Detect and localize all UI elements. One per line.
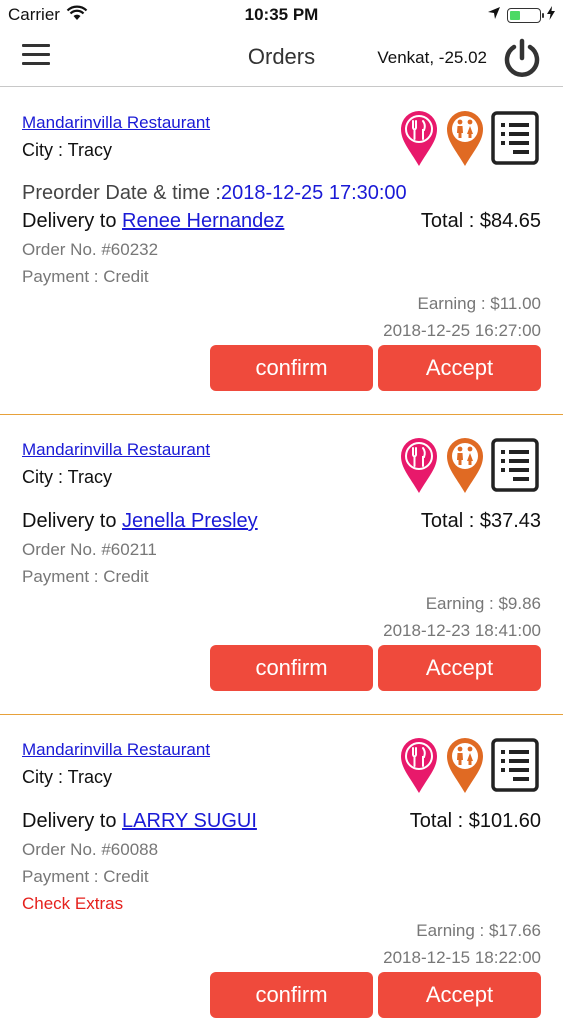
order-card: Mandarinvilla Restaurant City : Tracy De… [0, 714, 563, 1034]
payment-method: Payment : Credit [22, 867, 149, 886]
restaurant-link[interactable]: Mandarinvilla Restaurant [22, 740, 210, 760]
payment-method: Payment : Credit [22, 267, 149, 286]
order-details-icon[interactable] [491, 109, 539, 172]
charging-bolt-icon [547, 5, 555, 25]
earning-amount: Earning : $11.00 [417, 294, 542, 313]
delivery-row: Delivery to Renee Hernandez [22, 210, 284, 233]
accept-button[interactable]: Accept [378, 972, 541, 1018]
preorder-value: 2018-12-25 17:30:00 [220, 182, 407, 204]
delivery-prefix: Delivery to [22, 810, 123, 832]
navigation-bar: Orders Venkat, -25.02 [0, 30, 563, 87]
order-card: Mandarinvilla Restaurant City : Tracy Pr… [0, 87, 563, 415]
restaurant-pin-icon[interactable] [399, 436, 439, 499]
order-datetime: 2018-12-15 18:22:00 [383, 948, 541, 967]
order-number: Order No. #60232 [22, 240, 159, 259]
order-total: Total : $101.60 [409, 810, 541, 832]
battery-icon [507, 7, 544, 23]
customer-link[interactable]: Renee Hernandez [122, 210, 284, 232]
order-number: Order No. #60088 [22, 840, 159, 859]
power-icon[interactable] [501, 38, 543, 80]
city-label: City : Tracy [22, 467, 113, 487]
customer-link[interactable]: LARRY SUGUI [122, 810, 257, 832]
location-arrow-icon [487, 5, 501, 25]
customer-link[interactable]: Jenella Presley [122, 510, 258, 532]
status-bar: Carrier 10:35 PM [0, 0, 563, 30]
order-total: Total : $37.43 [420, 510, 541, 532]
check-extras-link[interactable]: Check Extras [22, 894, 123, 914]
order-total: Total : $84.65 [420, 210, 541, 232]
order-datetime: 2018-12-25 16:27:00 [383, 321, 541, 340]
restaurant-pin-icon[interactable] [399, 736, 439, 799]
city-label: City : Tracy [22, 767, 113, 787]
confirm-button[interactable]: confirm [210, 345, 373, 391]
preorder-row: Preorder Date & time :2018-12-25 17:30:0… [22, 182, 407, 205]
customer-pin-icon[interactable] [445, 436, 485, 499]
order-details-icon[interactable] [491, 436, 539, 499]
confirm-button[interactable]: confirm [210, 645, 373, 691]
city-label: City : Tracy [22, 140, 113, 160]
order-details-icon[interactable] [491, 736, 539, 799]
preorder-label: Preorder Date & time : [22, 182, 221, 204]
user-balance-label: Venkat, -25.02 [377, 48, 487, 67]
delivery-prefix: Delivery to [22, 210, 123, 232]
confirm-button[interactable]: confirm [210, 972, 373, 1018]
order-card: Mandarinvilla Restaurant City : Tracy De… [0, 414, 563, 715]
payment-method: Payment : Credit [22, 567, 149, 586]
delivery-row: Delivery to Jenella Presley [22, 510, 258, 533]
earning-amount: Earning : $9.86 [425, 594, 541, 613]
customer-pin-icon[interactable] [445, 109, 485, 172]
earning-amount: Earning : $17.66 [416, 921, 541, 940]
status-time: 10:35 PM [244, 5, 319, 24]
delivery-row: Delivery to LARRY SUGUI [22, 810, 257, 833]
restaurant-pin-icon[interactable] [399, 109, 439, 172]
accept-button[interactable]: Accept [378, 645, 541, 691]
accept-button[interactable]: Accept [378, 345, 541, 391]
delivery-prefix: Delivery to [22, 510, 123, 532]
order-number: Order No. #60211 [22, 540, 157, 559]
restaurant-link[interactable]: Mandarinvilla Restaurant [22, 440, 210, 460]
customer-pin-icon[interactable] [445, 736, 485, 799]
restaurant-link[interactable]: Mandarinvilla Restaurant [22, 113, 210, 133]
order-datetime: 2018-12-23 18:41:00 [383, 621, 541, 640]
